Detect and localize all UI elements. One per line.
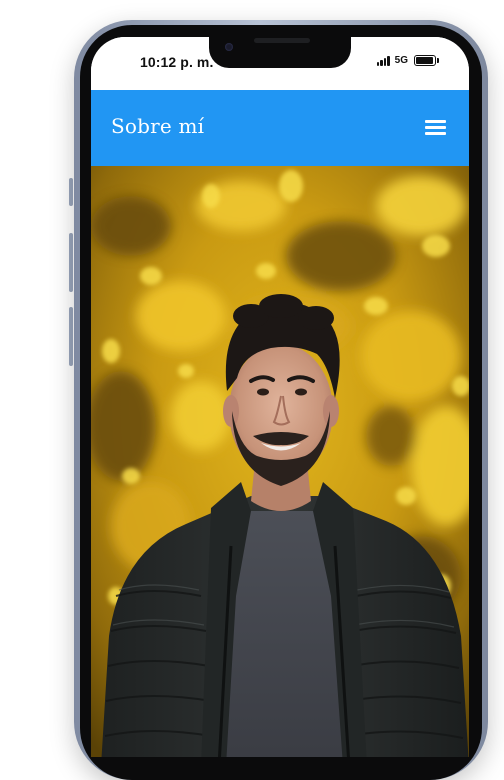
volume-down-button xyxy=(69,307,73,366)
signal-strength-icon xyxy=(376,55,390,66)
profile-photo xyxy=(91,166,469,757)
silent-switch xyxy=(69,178,73,206)
battery-icon xyxy=(414,55,439,66)
status-indicators: 5G xyxy=(376,55,439,66)
front-camera-icon xyxy=(225,43,233,51)
app-header: Sobre mí xyxy=(91,90,469,166)
network-type-label: 5G xyxy=(394,55,408,66)
menu-line-icon xyxy=(425,126,446,129)
status-time: 10:12 p. m. xyxy=(140,54,214,70)
page-title: Sobre mí xyxy=(111,114,205,138)
status-bar: 10:12 p. m. 5G xyxy=(91,37,469,90)
earpiece-speaker xyxy=(254,38,310,43)
hamburger-menu-button[interactable] xyxy=(423,117,449,137)
phone-screen: 10:12 p. m. 5G Sobre mí xyxy=(91,37,469,757)
volume-up-button xyxy=(69,233,73,292)
menu-line-icon xyxy=(425,120,446,123)
profile-photo-illustration xyxy=(91,166,469,757)
menu-line-icon xyxy=(425,132,446,135)
battery-level-fill xyxy=(416,57,433,64)
phone-notch xyxy=(209,37,351,68)
